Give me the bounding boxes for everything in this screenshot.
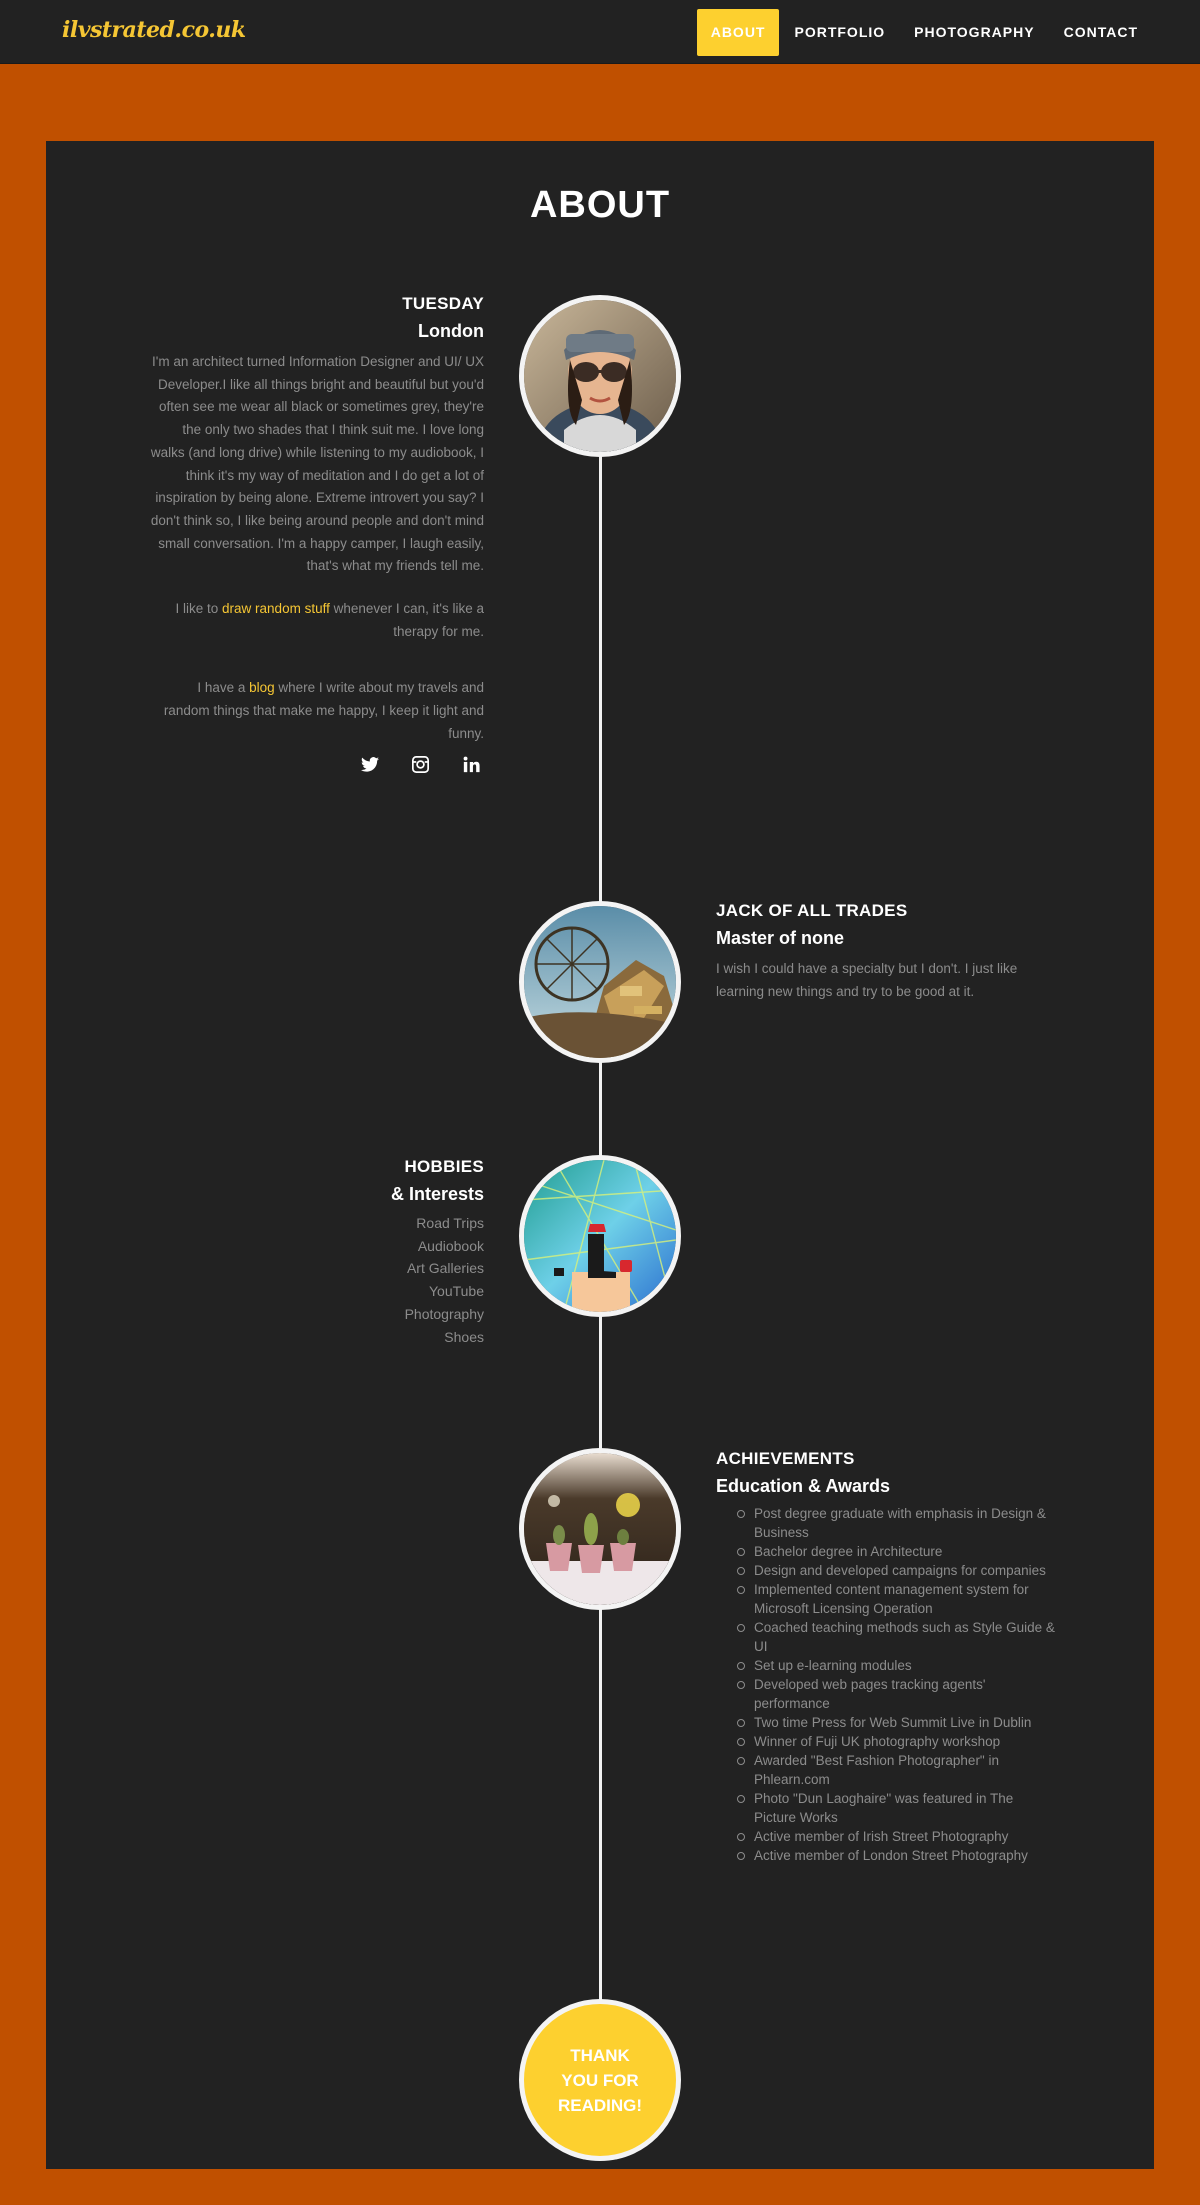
twitter-icon[interactable] (359, 754, 380, 775)
list-item: Photography (404, 1305, 484, 1322)
achievements-subheading: Education & Awards (716, 1476, 891, 1496)
nav-photography[interactable]: PHOTOGRAPHY (900, 9, 1048, 56)
intro-blog-text: I have a blog where I write about my tra… (163, 680, 484, 741)
list-item: Awarded "Best Fashion Photographer" in P… (737, 1751, 1059, 1789)
list-item: Shoes (444, 1328, 484, 1345)
draw-link[interactable]: draw random stuff (222, 601, 330, 616)
list-item: Design and developed campaigns for compa… (737, 1561, 1059, 1580)
trades-section: JACK OF ALL TRADES Master of none I wish… (716, 897, 1056, 1003)
intro-subheading: London (418, 321, 484, 341)
list-item: Active member of London Street Photograp… (737, 1846, 1059, 1865)
trades-heading: JACK OF ALL TRADES (716, 901, 908, 920)
thanks-line-1: THANK (570, 2045, 630, 2065)
top-navbar: ilvstrated.co.uk ABOUT PORTFOLIO PHOTOGR… (0, 0, 1200, 64)
hobbies-section: HOBBIES & Interests Road Trips Audiobook… (150, 1153, 484, 1348)
hobbies-subheading: & Interests (390, 1184, 484, 1204)
list-item: Photo "Dun Laoghaire" was featured in Th… (737, 1789, 1059, 1827)
list-item: Post degree graduate with emphasis in De… (737, 1504, 1059, 1542)
thanks-line-2: YOU FOR (561, 2070, 639, 2090)
achievements-list: Post degree graduate with emphasis in De… (716, 1504, 1056, 1865)
list-item: YouTube (428, 1283, 484, 1300)
intro-heading: TUESDAY (402, 294, 484, 313)
intro-bio: I'm an architect turned Information Desi… (150, 354, 484, 574)
intro-section: TUESDAY London I'm an architect turned I… (150, 290, 484, 775)
nav-portfolio[interactable]: PORTFOLIO (780, 9, 899, 56)
social-links (150, 754, 484, 775)
list-item: Developed web pages tracking agents' per… (737, 1675, 1059, 1713)
main-menu: ABOUT PORTFOLIO PHOTOGRAPHY CONTACT (696, 9, 1152, 56)
nav-contact[interactable]: CONTACT (1050, 9, 1152, 56)
intro-draw-text: I like to draw random stuff whenever I c… (175, 601, 485, 639)
list-item: Audiobook (417, 1237, 484, 1254)
page-title: ABOUT (529, 184, 671, 226)
thanks-line-3: READING! (557, 2095, 643, 2115)
trades-subheading: Master of none (716, 928, 845, 948)
nav-about[interactable]: ABOUT (696, 9, 780, 56)
shoe-display-photo (519, 1155, 681, 1317)
instagram-icon[interactable] (410, 754, 431, 775)
site-logo[interactable]: ilvstrated.co.uk (62, 17, 246, 43)
blog-link[interactable]: blog (249, 680, 275, 695)
list-item: Art Galleries (406, 1260, 484, 1277)
trades-text: I wish I could have a specialty but I do… (716, 961, 1018, 999)
linkedin-icon[interactable] (461, 754, 482, 775)
fairground-photo (519, 901, 681, 1063)
portrait-photo (519, 295, 681, 457)
list-item: Bachelor degree in Architecture (737, 1542, 1059, 1561)
hobbies-heading: HOBBIES (404, 1157, 484, 1176)
hobbies-list: Road Trips Audiobook Art Galleries YouTu… (150, 1212, 484, 1348)
thank-you-badge: THANK YOU FOR READING! (519, 1999, 681, 2161)
list-item: Implemented content management system fo… (737, 1580, 1059, 1618)
list-item: Active member of Irish Street Photograph… (737, 1827, 1059, 1846)
list-item: Winner of Fuji UK photography workshop (737, 1732, 1059, 1751)
achievements-heading: ACHIEVEMENTS (716, 1449, 855, 1468)
achievements-section: ACHIEVEMENTS Education & Awards Post deg… (716, 1445, 1056, 1865)
list-item: Set up e-learning modules (737, 1656, 1059, 1675)
list-item: Two time Press for Web Summit Live in Du… (737, 1713, 1059, 1732)
cactus-photo (519, 1448, 681, 1610)
list-item: Road Trips (416, 1215, 484, 1231)
list-item: Coached teaching methods such as Style G… (737, 1618, 1059, 1656)
